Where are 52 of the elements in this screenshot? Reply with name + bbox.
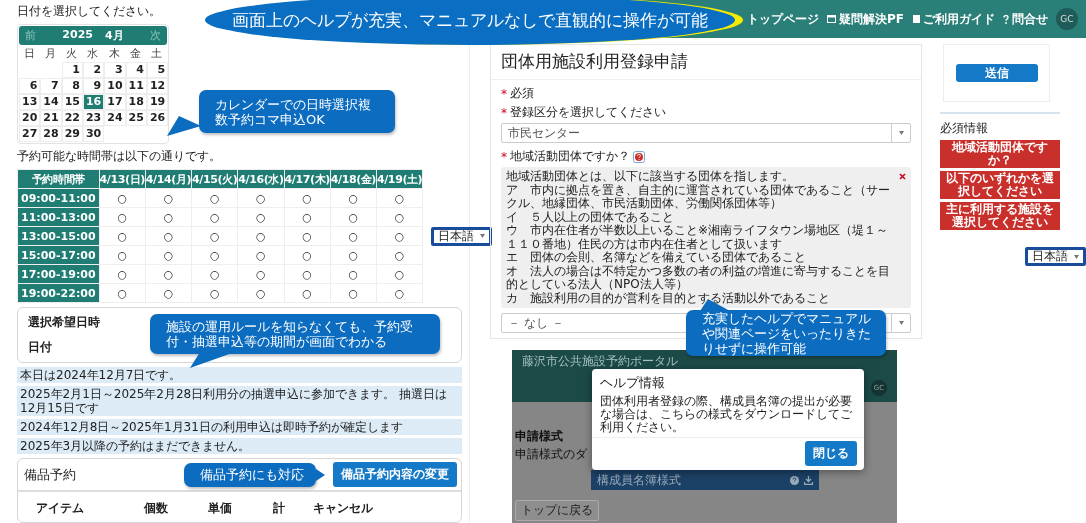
section-heading: 申請様式 [515,428,563,445]
help-line: オ 法人の場合は不特定かつ多数の者の利益の増進に寄与することを目的としている法人（NPO法人等） [506,264,891,292]
notice-row: 2024年12月8日～2025年1月31日の利用申込は即時予約が確定します [17,419,462,435]
column-header: 4/16(水) [237,169,285,189]
required-mark: * [501,105,507,120]
equipment-title: 備品予約 [24,465,76,484]
column-header: 計 [273,500,286,517]
required-mark: * [501,86,507,101]
field-label: 地域活動団体ですか？ [510,148,630,165]
column-header: 4/15(火) [191,169,238,189]
slots-note: 予約可能な時間帯は以下の通りです。 [17,148,221,165]
weekday-label: 木 [107,46,121,62]
column-header: 4/19(土) [376,169,423,189]
date-label: 日付 [28,339,53,356]
column-header: 4/13(日) [99,169,146,189]
column-header: キャンセル [313,500,374,517]
notice-row: 2025年3月以降の予約はまだできません。 [17,438,462,454]
column-header: 個数 [144,500,169,517]
dialog-text: 団体利用者登録の際、構成員名簿の提出が必要な場合は、こちらの様式をダウンロードしてご利用ください。 [599,395,853,436]
help-line: イ ５人以上の団体であること [506,210,675,224]
callout-tooltip: カレンダーでの日時選択複数予約コマ申込OK [199,90,395,133]
notice-row: 2025年2月1日～2025年2月28日利用分の抽選申込に参加できます。 抽選日は12月15日です [17,386,462,416]
form-title: 団体用施設利用登録申請 [491,45,921,80]
weekday-label: 火 [65,46,79,62]
help-line: ア 市内に拠点を置き、自主的に運営されている団体であること（サークル、地縁団体、市民活動団体、労働関係団体等） [506,183,891,211]
portal-title: 藤沢市公共施設予約ポータル [522,353,678,370]
help-line: エ 団体の会則、名簿などを備えている団体であること [506,251,807,264]
notice-row: 本日は2024年12月7日です。 [17,367,462,383]
selection-title: 選択希望日時 [28,314,100,331]
weekday-label: 日 [23,46,37,62]
column-header: アイテム [36,500,85,517]
weekday-label: 月 [44,46,58,62]
help-line: ウ 市内在住者が半数以上いること※湘南ライフタウン場地区（堤１～１１０番地）住民の方は市内在住者として扱います [506,224,890,251]
weekday-label: 土 [149,46,163,62]
required-note: 必須 [510,85,534,102]
instruction-text: 日付を選択してください。 [17,3,161,20]
required-info-title: 必須情報 [940,120,989,137]
weekday-label: 金 [128,46,142,62]
dialog-title: ヘルプ情報 [599,374,666,392]
calendar-year: 2025 [62,28,93,43]
required-mark: * [501,149,507,164]
weekday-label: 水 [86,46,100,62]
column-header: 4/17(木) [284,169,331,189]
column-header: 単価 [208,500,233,517]
field-label: 登録区分を選択してください [510,104,666,121]
calendar-month: 4月 [105,28,124,43]
help-line: カ 施設利用の目的が営利を目的とする活動以外であること [506,291,831,305]
column-header: 予約時間帯 [17,169,100,189]
column-header: 4/14(月) [145,169,192,189]
column-header: 4/18(金) [330,169,377,189]
help-line: 地域活動団体とは、以下に該当する団体を指します。 [506,170,795,184]
section-description: 申請様式のダ [515,446,587,463]
